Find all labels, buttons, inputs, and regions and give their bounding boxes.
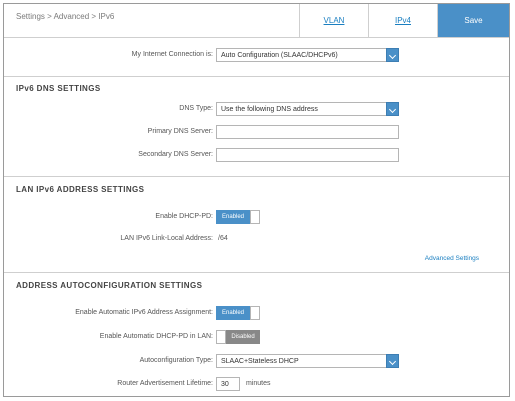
lan-section-title: LAN IPv6 ADDRESS SETTINGS [16, 185, 145, 194]
page-header: Settings > Advanced > IPv6 VLAN IPv4 Sav… [4, 4, 509, 38]
auto-assign-label: Enable Automatic IPv6 Address Assignment… [75, 309, 213, 316]
save-button[interactable]: Save [437, 4, 509, 37]
auto-pd-toggle-state: Disabled [226, 330, 260, 344]
tab-vlan[interactable]: VLAN [299, 4, 368, 37]
primary-dns-label: Primary DNS Server: [147, 128, 213, 135]
breadcrumb: Settings > Advanced > IPv6 [16, 12, 115, 21]
primary-dns-input[interactable] [216, 125, 399, 139]
ra-lifetime-label: Router Advertisement Lifetime: [117, 380, 213, 387]
dhcp-pd-label: Enable DHCP-PD: [155, 213, 213, 220]
section-divider [4, 76, 509, 77]
dns-type-select[interactable]: Use the following DNS address [216, 102, 399, 116]
auto-pd-label: Enable Automatic DHCP-PD in LAN: [99, 333, 213, 340]
dns-type-label: DNS Type: [179, 105, 213, 112]
toggle-knob [216, 330, 226, 344]
ra-lifetime-unit: minutes [246, 380, 271, 387]
dhcp-pd-toggle[interactable]: Enabled [216, 210, 260, 224]
autoconf-type-label: Autoconfiguration Type: [139, 357, 213, 364]
autoconf-section-title: ADDRESS AUTOCONFIGURATION SETTINGS [16, 281, 203, 290]
section-divider [4, 176, 509, 177]
auto-pd-toggle[interactable]: Disabled [216, 330, 260, 344]
chevron-down-icon [386, 354, 399, 368]
autoconf-type-select-value: SLAAC+Stateless DHCP [221, 358, 299, 365]
chevron-down-icon [386, 48, 399, 62]
section-divider [4, 272, 509, 273]
ra-lifetime-input[interactable]: 30 [216, 377, 240, 391]
secondary-dns-input[interactable] [216, 148, 399, 162]
dns-section-title: IPv6 DNS SETTINGS [16, 84, 101, 93]
ipv6-settings-panel: Settings > Advanced > IPv6 VLAN IPv4 Sav… [3, 3, 510, 397]
link-local-label: LAN IPv6 Link-Local Address: [120, 235, 213, 242]
connection-select[interactable]: Auto Configuration (SLAAC/DHCPv6) [216, 48, 399, 62]
tab-bar: VLAN IPv4 Save [299, 4, 509, 37]
secondary-dns-label: Secondary DNS Server: [138, 151, 213, 158]
connection-label: My Internet Connection is: [131, 51, 213, 58]
tab-ipv4[interactable]: IPv4 [368, 4, 437, 37]
advanced-settings-link[interactable]: Advanced Settings [425, 255, 479, 262]
dns-type-select-value: Use the following DNS address [221, 106, 318, 113]
autoconf-type-select[interactable]: SLAAC+Stateless DHCP [216, 354, 399, 368]
auto-assign-toggle-state: Enabled [216, 306, 250, 320]
dhcp-pd-toggle-state: Enabled [216, 210, 250, 224]
auto-assign-toggle[interactable]: Enabled [216, 306, 260, 320]
link-local-value: /64 [218, 235, 228, 242]
toggle-knob [250, 306, 260, 320]
chevron-down-icon [386, 102, 399, 116]
connection-select-value: Auto Configuration (SLAAC/DHCPv6) [221, 52, 338, 59]
toggle-knob [250, 210, 260, 224]
